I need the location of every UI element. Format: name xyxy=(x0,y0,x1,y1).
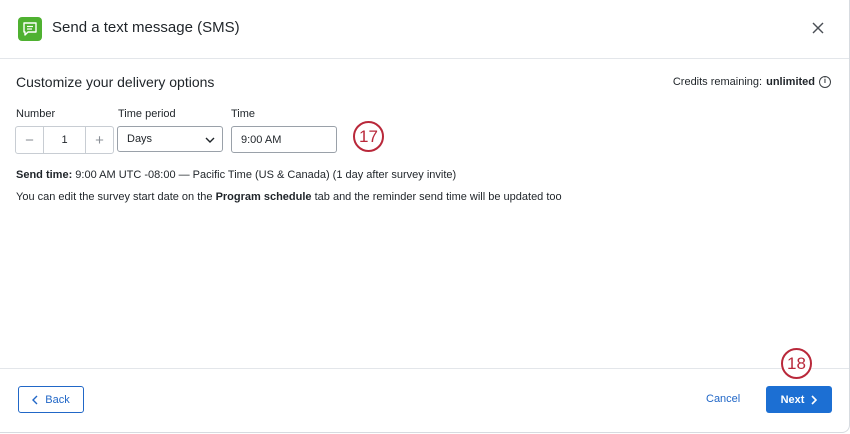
credits-value: unlimited xyxy=(766,76,815,88)
chevron-left-icon xyxy=(32,395,38,404)
annotation-badge-18: 18 xyxy=(781,348,812,379)
edit-note-text: You can edit the survey start date on th… xyxy=(16,191,562,203)
decrement-button[interactable]: − xyxy=(16,127,43,153)
number-value[interactable]: 1 xyxy=(43,127,86,153)
credits-label: Credits remaining: xyxy=(672,76,763,88)
time-input[interactable] xyxy=(231,126,337,153)
time-period-select[interactable]: Days xyxy=(117,126,223,152)
chevron-down-icon xyxy=(205,137,215,143)
section-title: Customize your delivery options xyxy=(16,74,215,90)
info-icon[interactable]: i xyxy=(819,76,831,88)
program-schedule-text: Program schedule xyxy=(215,191,312,203)
increment-button[interactable]: + xyxy=(86,127,113,153)
chevron-right-icon xyxy=(811,394,818,405)
credits-remaining: Credits remaining: unlimited i xyxy=(673,76,831,88)
time-period-label: Time period xyxy=(118,108,176,120)
annotation-badge-17: 17 xyxy=(353,121,384,152)
number-label: Number xyxy=(16,108,56,120)
back-button[interactable]: Back xyxy=(18,386,84,413)
next-button[interactable]: Next xyxy=(766,386,832,413)
send-time-label: Send time: xyxy=(16,169,73,181)
time-period-value: Days xyxy=(127,133,153,145)
time-label: Time xyxy=(231,108,256,120)
dialog-title: Send a text message (SMS) xyxy=(52,19,240,36)
cancel-button[interactable]: Cancel xyxy=(706,393,740,405)
back-label: Back xyxy=(45,393,70,406)
send-time-text: Send time: 9:00 AM UTC -08:00 — Pacific … xyxy=(16,169,456,181)
sms-chat-icon xyxy=(18,17,42,41)
edit-note-before: You can edit the survey start date on th… xyxy=(16,191,216,203)
close-icon[interactable] xyxy=(808,18,828,38)
number-stepper: − 1 + xyxy=(15,126,114,154)
send-time-value: 9:00 AM UTC -08:00 — Pacific Time (US & … xyxy=(72,169,457,181)
dialog-header: Send a text message (SMS) xyxy=(0,0,849,59)
next-label: Next xyxy=(780,393,805,406)
sms-dialog: Send a text message (SMS) Customize your… xyxy=(0,0,850,433)
edit-note-after: tab and the reminder send time will be u… xyxy=(311,191,562,203)
